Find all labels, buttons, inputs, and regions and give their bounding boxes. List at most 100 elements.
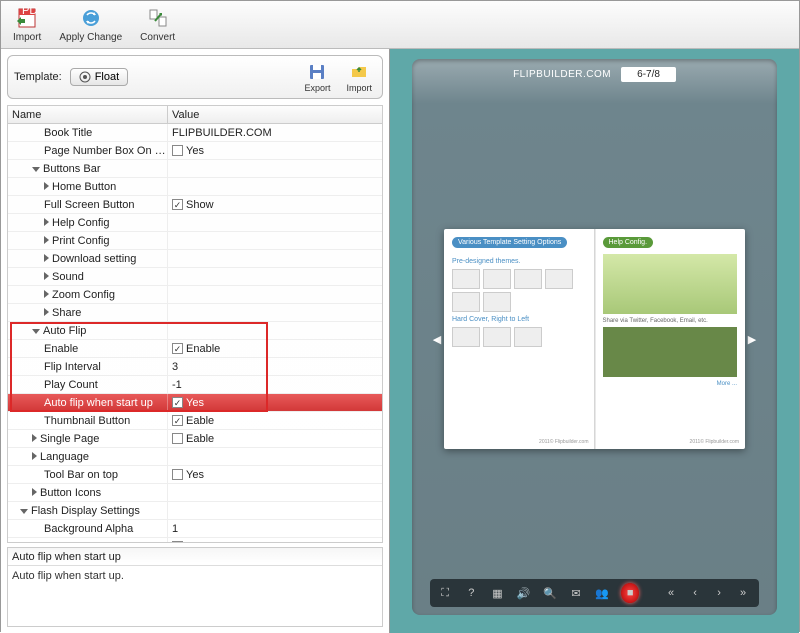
export-button[interactable]: Export (300, 62, 334, 93)
tree-row[interactable]: Single PageEable (8, 430, 382, 448)
pdf-icon: PDF (15, 6, 39, 30)
tree-row[interactable]: Page Number Box On B... Yes (8, 142, 382, 160)
row-name: Button Icons (40, 487, 101, 499)
tree-row[interactable]: Tool Bar on topYes (8, 466, 382, 484)
tree-row[interactable]: Button Icons (8, 484, 382, 502)
left-sub1: Pre-designed themes. (452, 258, 587, 265)
tree-row[interactable]: Share (8, 304, 382, 322)
expand-right-icon[interactable] (44, 236, 49, 244)
preview-frame: FLIPBUILDER.COM 6-7/8 ◀ Various Template… (412, 59, 777, 615)
email-icon[interactable]: ✉ (569, 585, 583, 601)
fullscreen-icon[interactable]: ⛶ (438, 585, 452, 601)
tree-row[interactable]: Full Screen ButtonShow (8, 196, 382, 214)
thumbnails-icon[interactable]: ▦ (490, 585, 504, 601)
expand-right-icon[interactable] (32, 452, 37, 460)
help-icon[interactable]: ? (464, 585, 478, 601)
tree-row[interactable]: Help Config (8, 214, 382, 232)
convert-button[interactable]: Convert (136, 4, 179, 45)
last-page-icon[interactable]: » (735, 585, 751, 601)
tree-row[interactable]: Auto Flip (8, 322, 382, 340)
tree-row[interactable]: Language (8, 448, 382, 466)
folder-open-icon (349, 62, 369, 82)
left-sub2: Hard Cover, Right to Left (452, 316, 587, 323)
right-sub1: Share via Twitter, Facebook, Email, etc. (603, 318, 738, 324)
share-icon[interactable]: 👥 (595, 585, 609, 601)
col-value[interactable]: Value (168, 106, 382, 123)
autoflip-stop-icon[interactable]: ■ (621, 583, 639, 603)
tree-row[interactable]: Play Count-1 (8, 376, 382, 394)
checkbox[interactable] (172, 343, 183, 354)
row-value[interactable]: Enable (186, 340, 220, 358)
template-selector[interactable]: Float (70, 68, 128, 86)
expand-down-icon[interactable] (32, 329, 40, 334)
row-value[interactable]: Eable (186, 430, 214, 448)
tree-row[interactable]: Sound (8, 268, 382, 286)
row-name: Page Number Box On B... (44, 145, 168, 157)
checkbox[interactable] (172, 469, 183, 480)
row-value[interactable]: Yes (186, 466, 204, 484)
checkbox[interactable] (172, 415, 183, 426)
tree-row[interactable]: EnableEnable (8, 340, 382, 358)
expand-down-icon[interactable] (32, 167, 40, 172)
expand-right-icon[interactable] (44, 290, 49, 298)
expand-right-icon[interactable] (44, 308, 49, 316)
tree-row[interactable]: Download setting (8, 250, 382, 268)
expand-right-icon[interactable] (44, 218, 49, 226)
row-value[interactable]: Show (186, 196, 214, 214)
expand-right-icon[interactable] (44, 254, 49, 262)
checkbox[interactable] (172, 199, 183, 210)
left-footer: 2011© Flipbuilder.com (539, 439, 588, 445)
tree-row[interactable]: Buttons Bar (8, 160, 382, 178)
tree-row[interactable]: Zoom Config (8, 286, 382, 304)
prev-page-arrow[interactable]: ◀ (430, 329, 444, 349)
template-import-button[interactable]: Import (342, 62, 376, 93)
export-label: Export (304, 83, 330, 93)
row-name: Thumbnail Button (44, 415, 130, 427)
first-page-icon[interactable]: « (663, 585, 679, 601)
row-name: Book Title (44, 127, 92, 139)
row-value[interactable]: -1 (172, 376, 182, 394)
expand-down-icon[interactable] (20, 509, 28, 514)
prev-icon[interactable]: ‹ (687, 585, 703, 601)
tree-row[interactable]: Flip Interval3 (8, 358, 382, 376)
tree-row[interactable]: Retain the book to centerMove (8, 538, 382, 542)
checkbox[interactable] (172, 397, 183, 408)
tree-body[interactable]: Book TitleFLIPBUILDER.COMPage Number Box… (8, 124, 382, 542)
checkbox[interactable] (172, 541, 183, 542)
right-page-header: Help Config. (603, 237, 654, 248)
col-name[interactable]: Name (8, 106, 168, 123)
checkbox[interactable] (172, 145, 183, 156)
import-button[interactable]: PDF Import (9, 4, 45, 45)
expand-right-icon[interactable] (44, 182, 49, 190)
tree-row[interactable]: Home Button (8, 178, 382, 196)
tree-row[interactable]: Background Alpha1 (8, 520, 382, 538)
next-page-arrow[interactable]: ▶ (745, 329, 759, 349)
tree-row[interactable]: Thumbnail Button Eable (8, 412, 382, 430)
tree-row[interactable]: Flash Display Settings (8, 502, 382, 520)
expand-right-icon[interactable] (32, 434, 37, 442)
row-value[interactable]: 1 (172, 520, 178, 538)
row-value[interactable]: Move (186, 538, 213, 543)
checkbox[interactable] (172, 433, 183, 444)
sound-icon[interactable]: 🔊 (517, 585, 531, 601)
flipbook[interactable]: Various Template Setting Options Pre-des… (444, 229, 745, 449)
apply-change-button[interactable]: Apply Change (55, 4, 126, 45)
row-value[interactable]: Eable (186, 412, 214, 430)
next-icon[interactable]: › (711, 585, 727, 601)
row-name: Buttons Bar (43, 163, 100, 175)
tree-row[interactable]: Print Config (8, 232, 382, 250)
expand-right-icon[interactable] (32, 488, 37, 496)
page-indicator[interactable]: 6-7/8 (621, 67, 676, 82)
row-value[interactable]: Yes (186, 142, 204, 160)
row-value[interactable]: FLIPBUILDER.COM (172, 124, 272, 142)
tree-row[interactable]: Book Title FLIPBUILDER.COM (8, 124, 382, 142)
row-value[interactable]: 3 (172, 358, 178, 376)
row-name: Share (52, 307, 81, 319)
expand-right-icon[interactable] (44, 272, 49, 280)
row-name: Home Button (52, 181, 116, 193)
gear-icon (79, 71, 91, 83)
tree-row[interactable]: Auto flip when start upYes (8, 394, 382, 412)
row-value[interactable]: Yes (186, 394, 204, 412)
row-name: Auto Flip (43, 325, 86, 337)
zoom-icon[interactable]: 🔍 (543, 585, 557, 601)
